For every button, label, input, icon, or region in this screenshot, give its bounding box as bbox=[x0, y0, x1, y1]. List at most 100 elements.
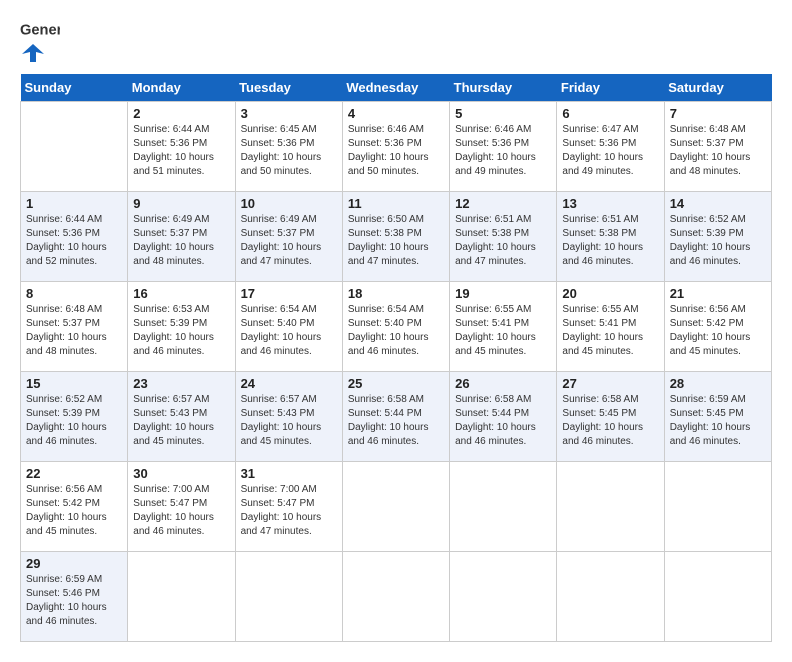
day-number: 18 bbox=[348, 286, 444, 301]
calendar-cell bbox=[342, 462, 449, 552]
calendar-cell: 17 Sunrise: 6:54 AM Sunset: 5:40 PM Dayli… bbox=[235, 282, 342, 372]
day-info: Sunrise: 6:55 AM Sunset: 5:41 PM Dayligh… bbox=[455, 304, 536, 357]
day-info: Sunrise: 6:54 AM Sunset: 5:40 PM Dayligh… bbox=[241, 304, 322, 357]
day-number: 3 bbox=[241, 106, 337, 121]
day-info: Sunrise: 6:48 AM Sunset: 5:37 PM Dayligh… bbox=[26, 304, 107, 357]
day-info: Sunrise: 6:55 AM Sunset: 5:41 PM Dayligh… bbox=[562, 304, 643, 357]
calendar-cell: 29Sunrise: 6:59 AM Sunset: 5:46 PM Dayli… bbox=[21, 552, 128, 642]
calendar-cell: 22Sunrise: 6:56 AM Sunset: 5:42 PM Dayli… bbox=[21, 462, 128, 552]
day-number: 31 bbox=[241, 466, 337, 481]
calendar-cell: 18 Sunrise: 6:54 AM Sunset: 5:40 PM Dayli… bbox=[342, 282, 449, 372]
day-info: Sunrise: 6:51 AM Sunset: 5:38 PM Dayligh… bbox=[562, 214, 643, 267]
calendar-week-4: 15Sunrise: 6:52 AM Sunset: 5:39 PM Dayli… bbox=[21, 372, 772, 462]
calendar-cell bbox=[450, 552, 557, 642]
calendar-cell: 19 Sunrise: 6:55 AM Sunset: 5:41 PM Dayli… bbox=[450, 282, 557, 372]
day-number: 27 bbox=[562, 376, 658, 391]
day-info: Sunrise: 6:54 AM Sunset: 5:40 PM Dayligh… bbox=[348, 304, 429, 357]
calendar-cell: 15Sunrise: 6:52 AM Sunset: 5:39 PM Dayli… bbox=[21, 372, 128, 462]
day-header-sunday: Sunday bbox=[21, 74, 128, 102]
calendar-cell: 16 Sunrise: 6:53 AM Sunset: 5:39 PM Dayli… bbox=[128, 282, 235, 372]
calendar-cell: 20 Sunrise: 6:55 AM Sunset: 5:41 PM Dayli… bbox=[557, 282, 664, 372]
day-info: Sunrise: 6:56 AM Sunset: 5:42 PM Dayligh… bbox=[670, 304, 751, 357]
day-header-saturday: Saturday bbox=[664, 74, 771, 102]
calendar-cell bbox=[664, 462, 771, 552]
day-info: Sunrise: 6:52 AM Sunset: 5:39 PM Dayligh… bbox=[670, 214, 751, 267]
day-header-thursday: Thursday bbox=[450, 74, 557, 102]
day-info: Sunrise: 7:00 AM Sunset: 5:47 PM Dayligh… bbox=[133, 484, 214, 537]
day-info: Sunrise: 6:46 AM Sunset: 5:36 PM Dayligh… bbox=[348, 124, 429, 177]
day-number: 4 bbox=[348, 106, 444, 121]
calendar-cell: 8 Sunrise: 6:48 AM Sunset: 5:37 PM Daylig… bbox=[21, 282, 128, 372]
calendar-cell: 3 Sunrise: 6:45 AM Sunset: 5:36 PM Daylig… bbox=[235, 102, 342, 192]
day-number: 17 bbox=[241, 286, 337, 301]
day-number: 26 bbox=[455, 376, 551, 391]
calendar-cell: 26 Sunrise: 6:58 AM Sunset: 5:44 PM Dayli… bbox=[450, 372, 557, 462]
calendar-cell bbox=[557, 552, 664, 642]
calendar-table: SundayMondayTuesdayWednesdayThursdayFrid… bbox=[20, 74, 772, 642]
day-info: Sunrise: 6:46 AM Sunset: 5:36 PM Dayligh… bbox=[455, 124, 536, 177]
day-info: Sunrise: 6:59 AM Sunset: 5:46 PM Dayligh… bbox=[26, 574, 107, 627]
calendar-cell: 14 Sunrise: 6:52 AM Sunset: 5:39 PM Dayli… bbox=[664, 192, 771, 282]
calendar-cell: 27Sunrise: 6:58 AM Sunset: 5:45 PM Dayli… bbox=[557, 372, 664, 462]
day-number: 9 bbox=[133, 196, 229, 211]
day-info: Sunrise: 7:00 AM Sunset: 5:47 PM Dayligh… bbox=[241, 484, 322, 537]
day-info: Sunrise: 6:50 AM Sunset: 5:38 PM Dayligh… bbox=[348, 214, 429, 267]
day-info: Sunrise: 6:49 AM Sunset: 5:37 PM Dayligh… bbox=[241, 214, 322, 267]
calendar-cell bbox=[557, 462, 664, 552]
calendar-week-5: 22Sunrise: 6:56 AM Sunset: 5:42 PM Dayli… bbox=[21, 462, 772, 552]
day-info: Sunrise: 6:57 AM Sunset: 5:43 PM Dayligh… bbox=[133, 394, 214, 447]
calendar-cell bbox=[128, 552, 235, 642]
day-number: 8 bbox=[26, 286, 122, 301]
day-info: Sunrise: 6:45 AM Sunset: 5:36 PM Dayligh… bbox=[241, 124, 322, 177]
logo-svg: General bbox=[20, 20, 60, 40]
day-info: Sunrise: 6:48 AM Sunset: 5:37 PM Dayligh… bbox=[670, 124, 751, 177]
day-info: Sunrise: 6:56 AM Sunset: 5:42 PM Dayligh… bbox=[26, 484, 107, 537]
calendar-cell: 10 Sunrise: 6:49 AM Sunset: 5:37 PM Dayli… bbox=[235, 192, 342, 282]
calendar-cell: 23 Sunrise: 6:57 AM Sunset: 5:43 PM Dayli… bbox=[128, 372, 235, 462]
day-number: 23 bbox=[133, 376, 229, 391]
day-number: 16 bbox=[133, 286, 229, 301]
calendar-cell bbox=[21, 102, 128, 192]
calendar-cell bbox=[450, 462, 557, 552]
day-number: 28 bbox=[670, 376, 766, 391]
day-info: Sunrise: 6:44 AM Sunset: 5:36 PM Dayligh… bbox=[133, 124, 214, 177]
day-info: Sunrise: 6:53 AM Sunset: 5:39 PM Dayligh… bbox=[133, 304, 214, 357]
logo: General bbox=[20, 20, 60, 64]
day-number: 14 bbox=[670, 196, 766, 211]
day-info: Sunrise: 6:58 AM Sunset: 5:44 PM Dayligh… bbox=[348, 394, 429, 447]
calendar-cell bbox=[342, 552, 449, 642]
calendar-cell: 7Sunrise: 6:48 AM Sunset: 5:37 PM Daylig… bbox=[664, 102, 771, 192]
day-header-wednesday: Wednesday bbox=[342, 74, 449, 102]
day-info: Sunrise: 6:58 AM Sunset: 5:44 PM Dayligh… bbox=[455, 394, 536, 447]
calendar-cell bbox=[664, 552, 771, 642]
day-info: Sunrise: 6:49 AM Sunset: 5:37 PM Dayligh… bbox=[133, 214, 214, 267]
day-number: 11 bbox=[348, 196, 444, 211]
day-header-friday: Friday bbox=[557, 74, 664, 102]
day-number: 19 bbox=[455, 286, 551, 301]
day-info: Sunrise: 6:57 AM Sunset: 5:43 PM Dayligh… bbox=[241, 394, 322, 447]
logo-bird-icon bbox=[22, 42, 44, 64]
calendar-cell: 6 Sunrise: 6:47 AM Sunset: 5:36 PM Daylig… bbox=[557, 102, 664, 192]
calendar-cell: 9 Sunrise: 6:49 AM Sunset: 5:37 PM Daylig… bbox=[128, 192, 235, 282]
day-number: 20 bbox=[562, 286, 658, 301]
day-number: 15 bbox=[26, 376, 122, 391]
day-number: 6 bbox=[562, 106, 658, 121]
svg-text:General: General bbox=[20, 23, 60, 39]
calendar-week-3: 8 Sunrise: 6:48 AM Sunset: 5:37 PM Daylig… bbox=[21, 282, 772, 372]
day-number: 10 bbox=[241, 196, 337, 211]
day-header-tuesday: Tuesday bbox=[235, 74, 342, 102]
calendar-cell: 31 Sunrise: 7:00 AM Sunset: 5:47 PM Dayli… bbox=[235, 462, 342, 552]
day-number: 30 bbox=[133, 466, 229, 481]
calendar-week-6: 29Sunrise: 6:59 AM Sunset: 5:46 PM Dayli… bbox=[21, 552, 772, 642]
calendar-week-1: 2Sunrise: 6:44 AM Sunset: 5:36 PM Daylig… bbox=[21, 102, 772, 192]
day-info: Sunrise: 6:47 AM Sunset: 5:36 PM Dayligh… bbox=[562, 124, 643, 177]
day-number: 24 bbox=[241, 376, 337, 391]
days-header-row: SundayMondayTuesdayWednesdayThursdayFrid… bbox=[21, 74, 772, 102]
day-info: Sunrise: 6:51 AM Sunset: 5:38 PM Dayligh… bbox=[455, 214, 536, 267]
calendar-week-2: 1Sunrise: 6:44 AM Sunset: 5:36 PM Daylig… bbox=[21, 192, 772, 282]
day-number: 1 bbox=[26, 196, 122, 211]
calendar-cell: 11 Sunrise: 6:50 AM Sunset: 5:38 PM Dayli… bbox=[342, 192, 449, 282]
calendar-cell: 24 Sunrise: 6:57 AM Sunset: 5:43 PM Dayli… bbox=[235, 372, 342, 462]
calendar-cell: 4 Sunrise: 6:46 AM Sunset: 5:36 PM Daylig… bbox=[342, 102, 449, 192]
calendar-cell: 2Sunrise: 6:44 AM Sunset: 5:36 PM Daylig… bbox=[128, 102, 235, 192]
